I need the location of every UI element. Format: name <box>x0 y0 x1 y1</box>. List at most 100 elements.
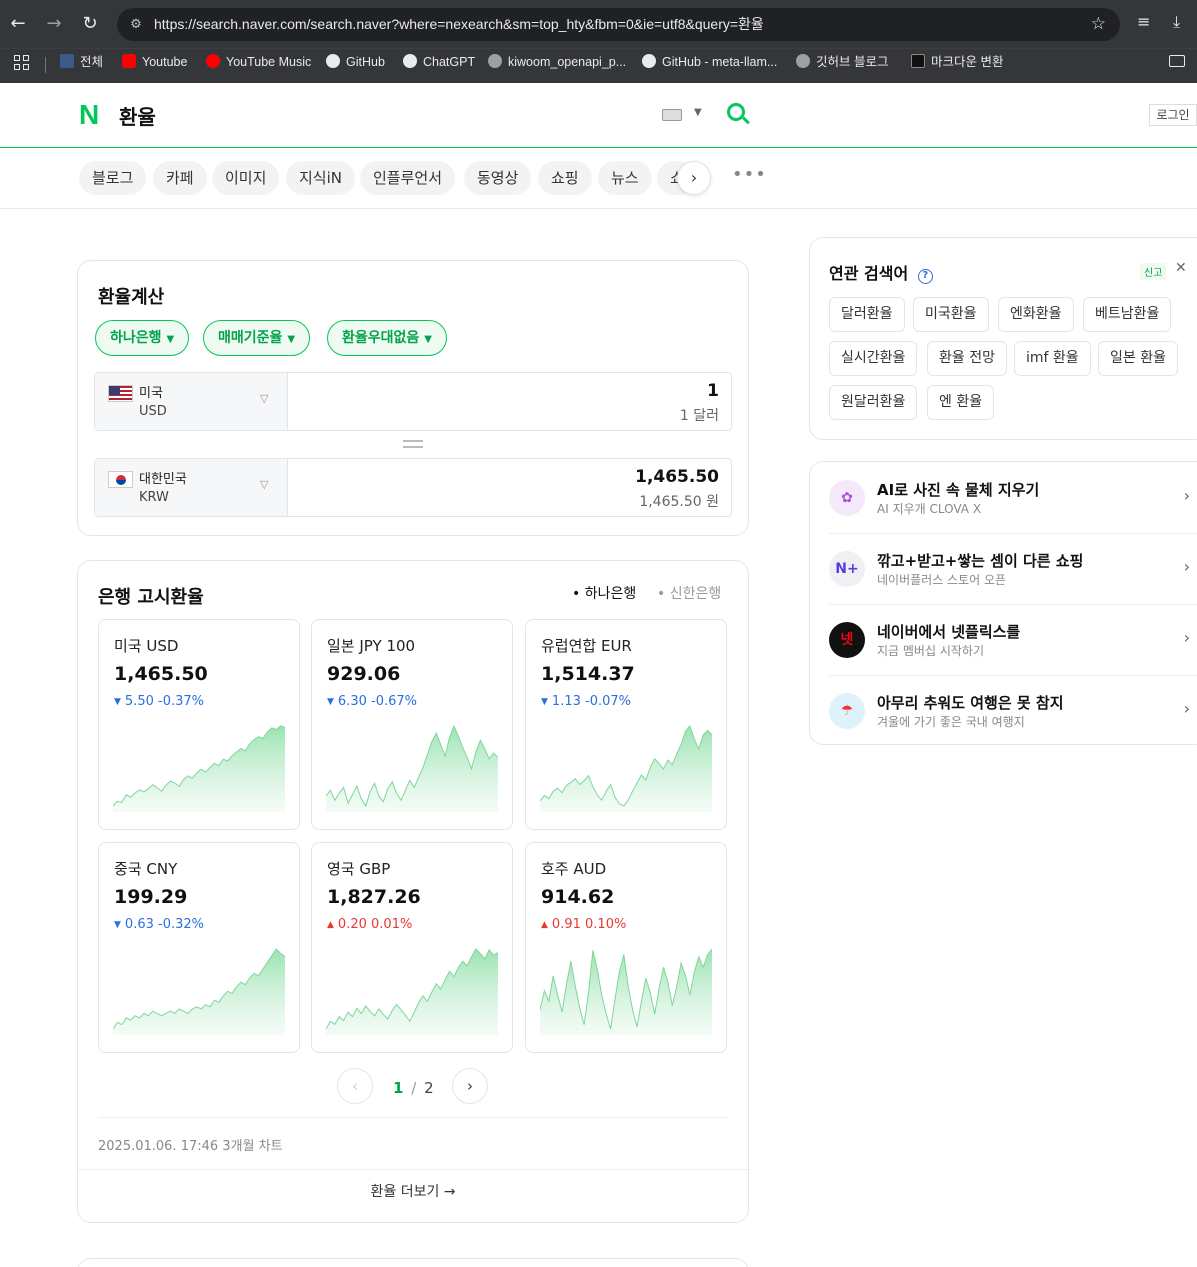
sparkline-area <box>326 726 498 812</box>
sparkline-area <box>326 949 498 1035</box>
promo-item[interactable]: N+ 깎고+받고+쌓는 셈이 다른 쇼핑 네이버플러스 스토어 오픈 › <box>810 533 1197 604</box>
url-text[interactable]: https://search.naver.com/search.naver?wh… <box>154 8 764 41</box>
promo-title: 네이버에서 넷플릭스를 <box>877 623 1021 641</box>
rate-box[interactable]: 호주 AUD 914.62 ▲ 0.91 0.10% <box>525 842 727 1053</box>
promo-subtitle: 겨울에 가기 좋은 국내 여행지 <box>877 715 1025 729</box>
tabs-next-button[interactable]: › <box>677 161 711 195</box>
promo-item[interactable]: ☂ 아무리 추워도 여행은 못 참지 겨울에 가기 좋은 국내 여행지 › <box>810 675 1197 746</box>
back-icon[interactable]: ← <box>6 12 30 36</box>
chevron-right-icon: › <box>1183 557 1190 576</box>
rate-box[interactable]: 중국 CNY 199.29 ▼ 0.63 -0.32% <box>98 842 300 1053</box>
promo-item[interactable]: ✿ AI로 사진 속 물체 지우기 AI 지우개 CLOVA X › <box>810 462 1197 533</box>
sparkline-area <box>540 949 712 1035</box>
promo-title: 깎고+받고+쌓는 셈이 다른 쇼핑 <box>877 552 1084 570</box>
apps-grid-icon[interactable] <box>14 55 30 71</box>
tab-influencer[interactable]: 인플루언서 <box>360 161 456 195</box>
tab-blog[interactable]: 블로그 <box>79 161 147 195</box>
rate-change: ▲ 0.20 0.01% <box>327 917 412 932</box>
close-icon[interactable]: ✕ <box>1175 260 1187 276</box>
bank-tab-hana[interactable]: • 하나은행 <box>572 583 636 603</box>
rate-box[interactable]: 유럽연합 EUR 1,514.37 ▼ 1.13 -0.07% <box>525 619 727 830</box>
rate-currency-name: 호주 AUD <box>541 860 607 878</box>
rate-change: ▼ 5.50 -0.37% <box>114 694 204 709</box>
tab-video[interactable]: 동영상 <box>464 161 532 195</box>
bank-tab-shinhan[interactable]: • 신한은행 <box>657 583 721 603</box>
sparkline-chart <box>326 948 498 1035</box>
related-keyword-chip[interactable]: 실시간환율 <box>829 341 918 376</box>
bank-rates-card: 은행 고시환율 • 하나은행 • 신한은행 미국 USD 1,465.50 ▼ 5.5… <box>77 560 749 1223</box>
tab-shopping[interactable]: 쇼핑 <box>538 161 592 195</box>
login-button[interactable]: 로그인 <box>1149 104 1197 126</box>
triangle-up-icon: ▲ <box>327 920 334 930</box>
to-amount-input[interactable]: 1,465.50 <box>635 467 719 487</box>
address-bar[interactable]: ⚙ https://search.naver.com/search.naver?… <box>117 8 1120 41</box>
rate-box[interactable]: 영국 GBP 1,827.26 ▲ 0.20 0.01% <box>311 842 513 1053</box>
search-icon[interactable] <box>727 103 750 125</box>
to-currency-select[interactable]: 대한민국 KRW ▽ <box>95 459 288 516</box>
bookmark-markdown[interactable]: 마크다운 변환 <box>911 49 1003 84</box>
naver-header: N 환율 ▼ 로그인 <box>0 83 1197 148</box>
tab-cafe[interactable]: 카페 <box>153 161 207 195</box>
from-amount-input[interactable]: 1 <box>707 381 719 401</box>
bookmark-chatgpt[interactable]: ChatGPT <box>403 49 475 84</box>
rate-box[interactable]: 일본 JPY 100 929.06 ▼ 6.30 -0.67% <box>311 619 513 830</box>
rate-diff: 0.91 <box>551 917 581 932</box>
site-info-icon[interactable]: ⚙ <box>127 16 145 34</box>
related-keyword-chip[interactable]: 베트남환율 <box>1083 297 1172 332</box>
tab-news[interactable]: 뉴스 <box>598 161 652 195</box>
rate-pct: -0.37% <box>158 694 205 709</box>
search-query[interactable]: 환율 <box>119 101 156 130</box>
bookmark-github-meta[interactable]: GitHub - meta-llam... <box>642 49 777 84</box>
bank-select[interactable]: 하나은행 ▼ <box>95 320 190 356</box>
related-keyword-chip[interactable]: 환율 전망 <box>927 341 1007 376</box>
reload-icon[interactable]: ↻ <box>78 12 102 36</box>
tab-kin[interactable]: 지식iN <box>286 161 355 195</box>
bookmark-star-icon[interactable]: ☆ <box>1091 14 1106 34</box>
keyboard-icon[interactable] <box>662 109 682 121</box>
bookmark-github-blog[interactable]: 깃허브 블로그 <box>796 49 888 84</box>
promo-card: ✿ AI로 사진 속 물체 지우기 AI 지우개 CLOVA X › N+ 깎고+받고+쌓… <box>809 461 1197 745</box>
more-rates-link[interactable]: 환율 더보기 → <box>78 1181 748 1201</box>
tab-images[interactable]: 이미지 <box>212 161 280 195</box>
triangle-down-icon: ▼ <box>541 697 548 707</box>
help-icon[interactable]: ? <box>917 269 933 284</box>
divider <box>98 1117 728 1118</box>
related-keyword-chip[interactable]: 엔 환율 <box>927 385 995 420</box>
browser-toolbar: ← → ↻ ⚙ https://search.naver.com/search.… <box>0 0 1197 48</box>
prev-page-button[interactable]: ‹ <box>337 1068 373 1104</box>
from-currency-select[interactable]: 미국 USD ▽ <box>95 373 288 430</box>
chevron-down-icon: ▼ <box>287 334 296 345</box>
related-keyword-chip[interactable]: 엔화환율 <box>998 297 1074 332</box>
promo-item[interactable]: 넷 네이버에서 넷플릭스를 지금 멤버십 시작하기 › <box>810 604 1197 675</box>
naver-logo[interactable]: N <box>79 101 103 129</box>
bookmark-all[interactable]: 전체 <box>60 49 103 84</box>
divider <box>78 1169 748 1170</box>
related-keyword-chip[interactable]: imf 환율 <box>1014 341 1091 376</box>
chevron-down-icon[interactable]: ▼ <box>694 107 702 118</box>
bookmark-github[interactable]: GitHub <box>326 49 385 84</box>
related-keyword-chip[interactable]: 미국환율 <box>913 297 989 332</box>
sparkline-chart <box>113 725 285 812</box>
related-keyword-chip[interactable]: 달러환율 <box>829 297 905 332</box>
from-code: USD <box>139 404 167 419</box>
related-keyword-chip[interactable]: 일본 환율 <box>1098 341 1178 376</box>
bookmark-kiwoom[interactable]: kiwoom_openapi_p... <box>488 49 626 84</box>
folder-icon[interactable] <box>1169 55 1185 67</box>
rate-box[interactable]: 미국 USD 1,465.50 ▼ 5.50 -0.37% <box>98 619 300 830</box>
discount-select[interactable]: 환율우대없음 ▼ <box>327 320 447 356</box>
chevron-down-icon: ▼ <box>424 334 432 345</box>
rate-currency-name: 미국 USD <box>114 637 179 655</box>
forward-icon[interactable]: → <box>42 12 66 36</box>
bookmark-youtube-music[interactable]: YouTube Music <box>206 49 311 84</box>
download-icon[interactable]: ⤓ <box>1173 12 1180 32</box>
bookmark-youtube[interactable]: Youtube <box>122 49 187 84</box>
media-icon[interactable]: ≡ <box>1137 12 1150 31</box>
rate-diff: 0.20 <box>337 917 367 932</box>
related-keyword-chip[interactable]: 원달러환율 <box>829 385 918 420</box>
report-button[interactable]: 신고 <box>1140 263 1167 280</box>
bank-rates-title: 은행 고시환율 <box>98 587 204 608</box>
more-icon[interactable]: ••• <box>732 164 767 185</box>
promo-subtitle: 네이버플러스 스토어 오픈 <box>877 573 1007 587</box>
next-page-button[interactable]: › <box>452 1068 488 1104</box>
rate-type-select[interactable]: 매매기준율 ▼ <box>203 320 311 356</box>
